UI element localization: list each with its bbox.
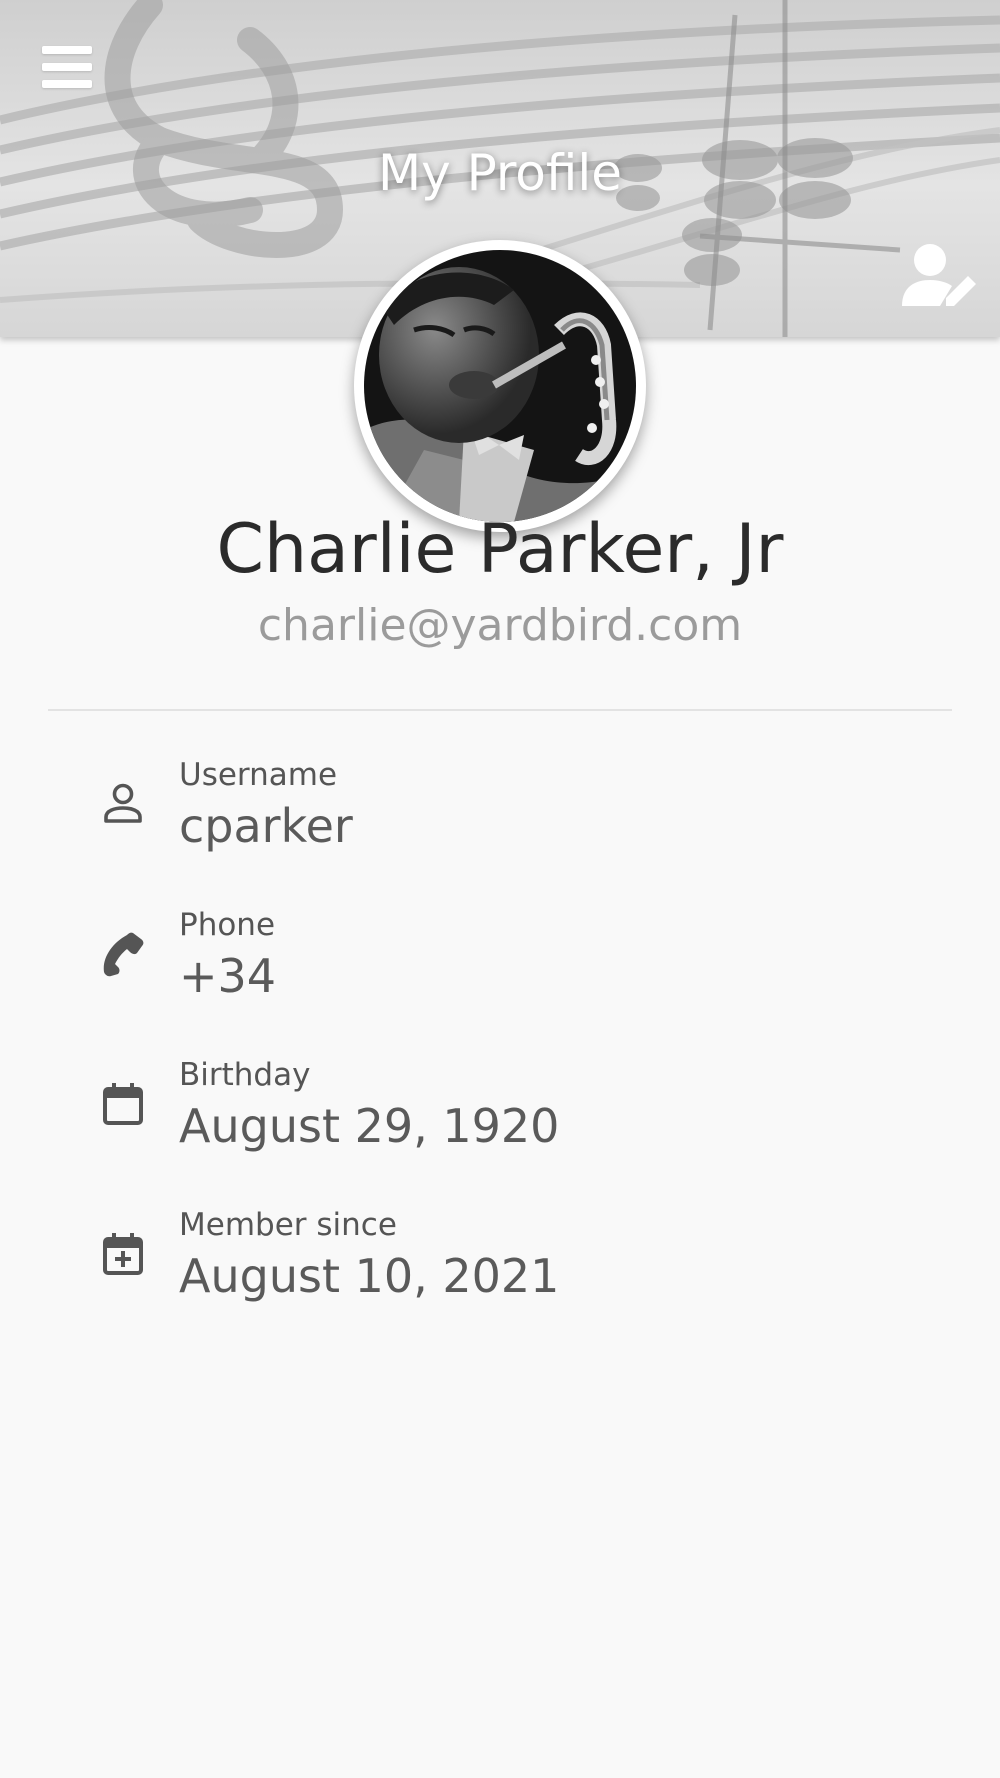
saxophone-player-photo bbox=[364, 250, 636, 522]
profile-email: charlie@yardbird.com bbox=[257, 600, 743, 651]
hamburger-menu-icon-bar bbox=[42, 63, 92, 71]
profile-name: Charlie Parker, Jr bbox=[216, 510, 784, 589]
hamburger-menu-icon bbox=[42, 46, 92, 54]
hamburger-menu-icon-bar bbox=[42, 80, 92, 88]
username-row: Username cparker bbox=[0, 753, 1000, 883]
divider bbox=[48, 709, 952, 711]
phone-label: Phone bbox=[179, 907, 276, 943]
calendar-plus-icon bbox=[103, 1233, 143, 1275]
username-label: Username bbox=[179, 757, 338, 793]
phone-row: Phone +34 bbox=[0, 903, 1000, 1033]
phone-icon bbox=[103, 932, 144, 977]
user-edit-icon bbox=[902, 244, 976, 306]
user-icon bbox=[104, 783, 142, 823]
birthday-value: August 29, 1920 bbox=[179, 1099, 560, 1153]
page-title: My Profile bbox=[377, 144, 623, 202]
avatar bbox=[354, 240, 646, 532]
member-since-label: Member since bbox=[179, 1207, 397, 1243]
edit-profile-button[interactable] bbox=[900, 242, 980, 310]
birthday-label: Birthday bbox=[179, 1057, 311, 1093]
member-since-row: Member since August 10, 2021 bbox=[0, 1203, 1000, 1333]
phone-value: +34 bbox=[179, 949, 277, 1003]
calendar-icon bbox=[103, 1083, 143, 1125]
username-value: cparker bbox=[179, 799, 353, 853]
member-since-value: August 10, 2021 bbox=[179, 1249, 560, 1303]
menu-button[interactable] bbox=[40, 44, 96, 92]
birthday-row: Birthday August 29, 1920 bbox=[0, 1053, 1000, 1183]
